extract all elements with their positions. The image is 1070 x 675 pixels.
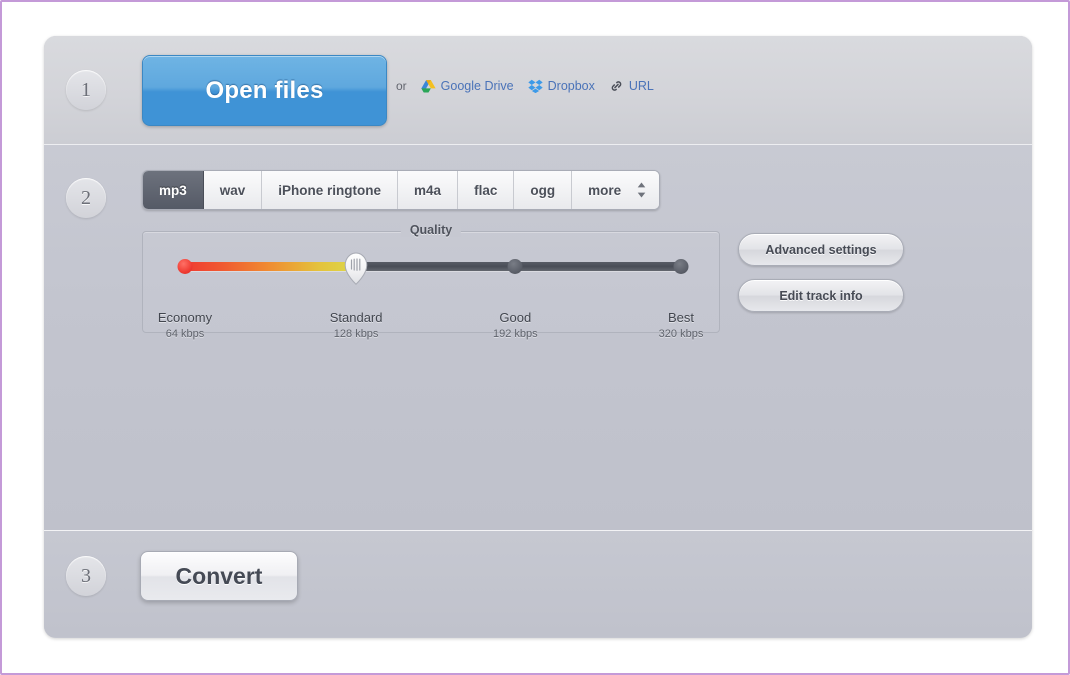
step-2-section: 2 mp3 wav iPhone ringtone m4a flac ogg m… <box>44 145 1032 531</box>
edit-track-info-button[interactable]: Edit track info <box>738 279 904 312</box>
slider-stop-good[interactable] <box>507 259 523 274</box>
slider-stop-economy[interactable] <box>177 259 193 274</box>
settings-button-group: Advanced settings Edit track info <box>738 233 904 312</box>
format-tab-m4a-label: m4a <box>414 182 442 198</box>
format-tab-wav[interactable]: wav <box>203 171 263 209</box>
slider-label-standard: Standard 128 kbps <box>301 310 411 340</box>
format-tab-bar: mp3 wav iPhone ringtone m4a flac ogg mor… <box>142 170 661 210</box>
format-tab-wav-label: wav <box>219 182 246 198</box>
convert-label: Convert <box>175 562 263 589</box>
file-source-links: or Google Drive Dropbox URL <box>396 79 654 93</box>
slider-track-fill <box>185 262 357 271</box>
convert-button[interactable]: Convert <box>140 551 298 601</box>
page-root: 1 Open files or Google Drive Dropbox URL… <box>0 0 1070 675</box>
advanced-settings-label: Advanced settings <box>765 242 877 257</box>
step-1-badge: 1 <box>66 70 106 110</box>
quality-legend: Quality <box>400 223 462 237</box>
format-tab-more-label: more <box>588 182 622 198</box>
step-3-number: 3 <box>81 564 91 587</box>
up-down-arrows-icon[interactable] <box>636 181 647 199</box>
link-icon <box>609 79 624 93</box>
slider-label-best-bitrate: 320 kbps <box>658 328 704 340</box>
open-files-label: Open files <box>205 76 324 104</box>
edit-track-info-label: Edit track info <box>779 288 863 303</box>
slider-label-economy: Economy 64 kbps <box>130 310 240 340</box>
slider-label-good: Good 192 kbps <box>460 310 570 340</box>
step-1-section: 1 Open files or Google Drive Dropbox URL <box>44 36 1032 145</box>
slider-stop-best[interactable] <box>673 259 689 274</box>
slider-label-good-bitrate: 192 kbps <box>493 328 538 340</box>
format-tab-mp3[interactable]: mp3 <box>143 171 204 209</box>
slider-label-economy-bitrate: 64 kbps <box>165 328 205 340</box>
open-files-button[interactable]: Open files <box>142 55 387 126</box>
quality-slider[interactable]: Economy 64 kbps Standard 128 kbps Good 1… <box>158 252 703 340</box>
slider-label-standard-name: Standard <box>329 310 383 325</box>
step-2-badge: 2 <box>66 178 106 218</box>
google-drive-label: Google Drive <box>440 79 514 93</box>
or-label: or <box>396 79 407 93</box>
step-3-badge: 3 <box>66 556 106 596</box>
dropbox-label: Dropbox <box>547 79 595 93</box>
slider-labels: Economy 64 kbps Standard 128 kbps Good 1… <box>158 310 703 352</box>
slider-label-good-name: Good <box>499 310 532 325</box>
advanced-settings-button[interactable]: Advanced settings <box>738 233 904 266</box>
step-1-number: 1 <box>81 78 91 101</box>
url-label: URL <box>628 79 654 93</box>
google-drive-icon <box>421 79 436 93</box>
format-tab-mp3-label: mp3 <box>159 182 187 198</box>
format-tab-more[interactable]: more <box>572 171 660 209</box>
format-tab-m4a[interactable]: m4a <box>398 171 459 209</box>
format-tab-iphone-ringtone-label: iPhone ringtone <box>278 182 382 198</box>
slider-label-standard-bitrate: 128 kbps <box>333 328 379 340</box>
format-tab-ogg-label: ogg <box>530 182 556 198</box>
slider-label-economy-name: Economy <box>157 310 213 325</box>
slider-handle[interactable] <box>343 250 369 285</box>
google-drive-link[interactable]: Google Drive <box>421 79 514 93</box>
format-tab-flac-label: flac <box>474 182 498 198</box>
format-tab-iphone-ringtone[interactable]: iPhone ringtone <box>262 171 399 209</box>
slider-label-best: Best 320 kbps <box>626 310 736 340</box>
slider-label-best-name: Best <box>667 310 694 325</box>
converter-panel: 1 Open files or Google Drive Dropbox URL… <box>44 36 1032 638</box>
format-tab-ogg[interactable]: ogg <box>514 171 573 209</box>
dropbox-link[interactable]: Dropbox <box>527 79 595 93</box>
quality-fieldset: Quality Economy 64 kbps Standard 128 kbp… <box>142 223 720 340</box>
format-tab-flac[interactable]: flac <box>458 171 515 209</box>
dropbox-icon <box>527 79 543 93</box>
url-link[interactable]: URL <box>609 79 654 93</box>
step-2-number: 2 <box>81 186 91 209</box>
step-3-section: 3 Convert <box>44 531 1032 637</box>
